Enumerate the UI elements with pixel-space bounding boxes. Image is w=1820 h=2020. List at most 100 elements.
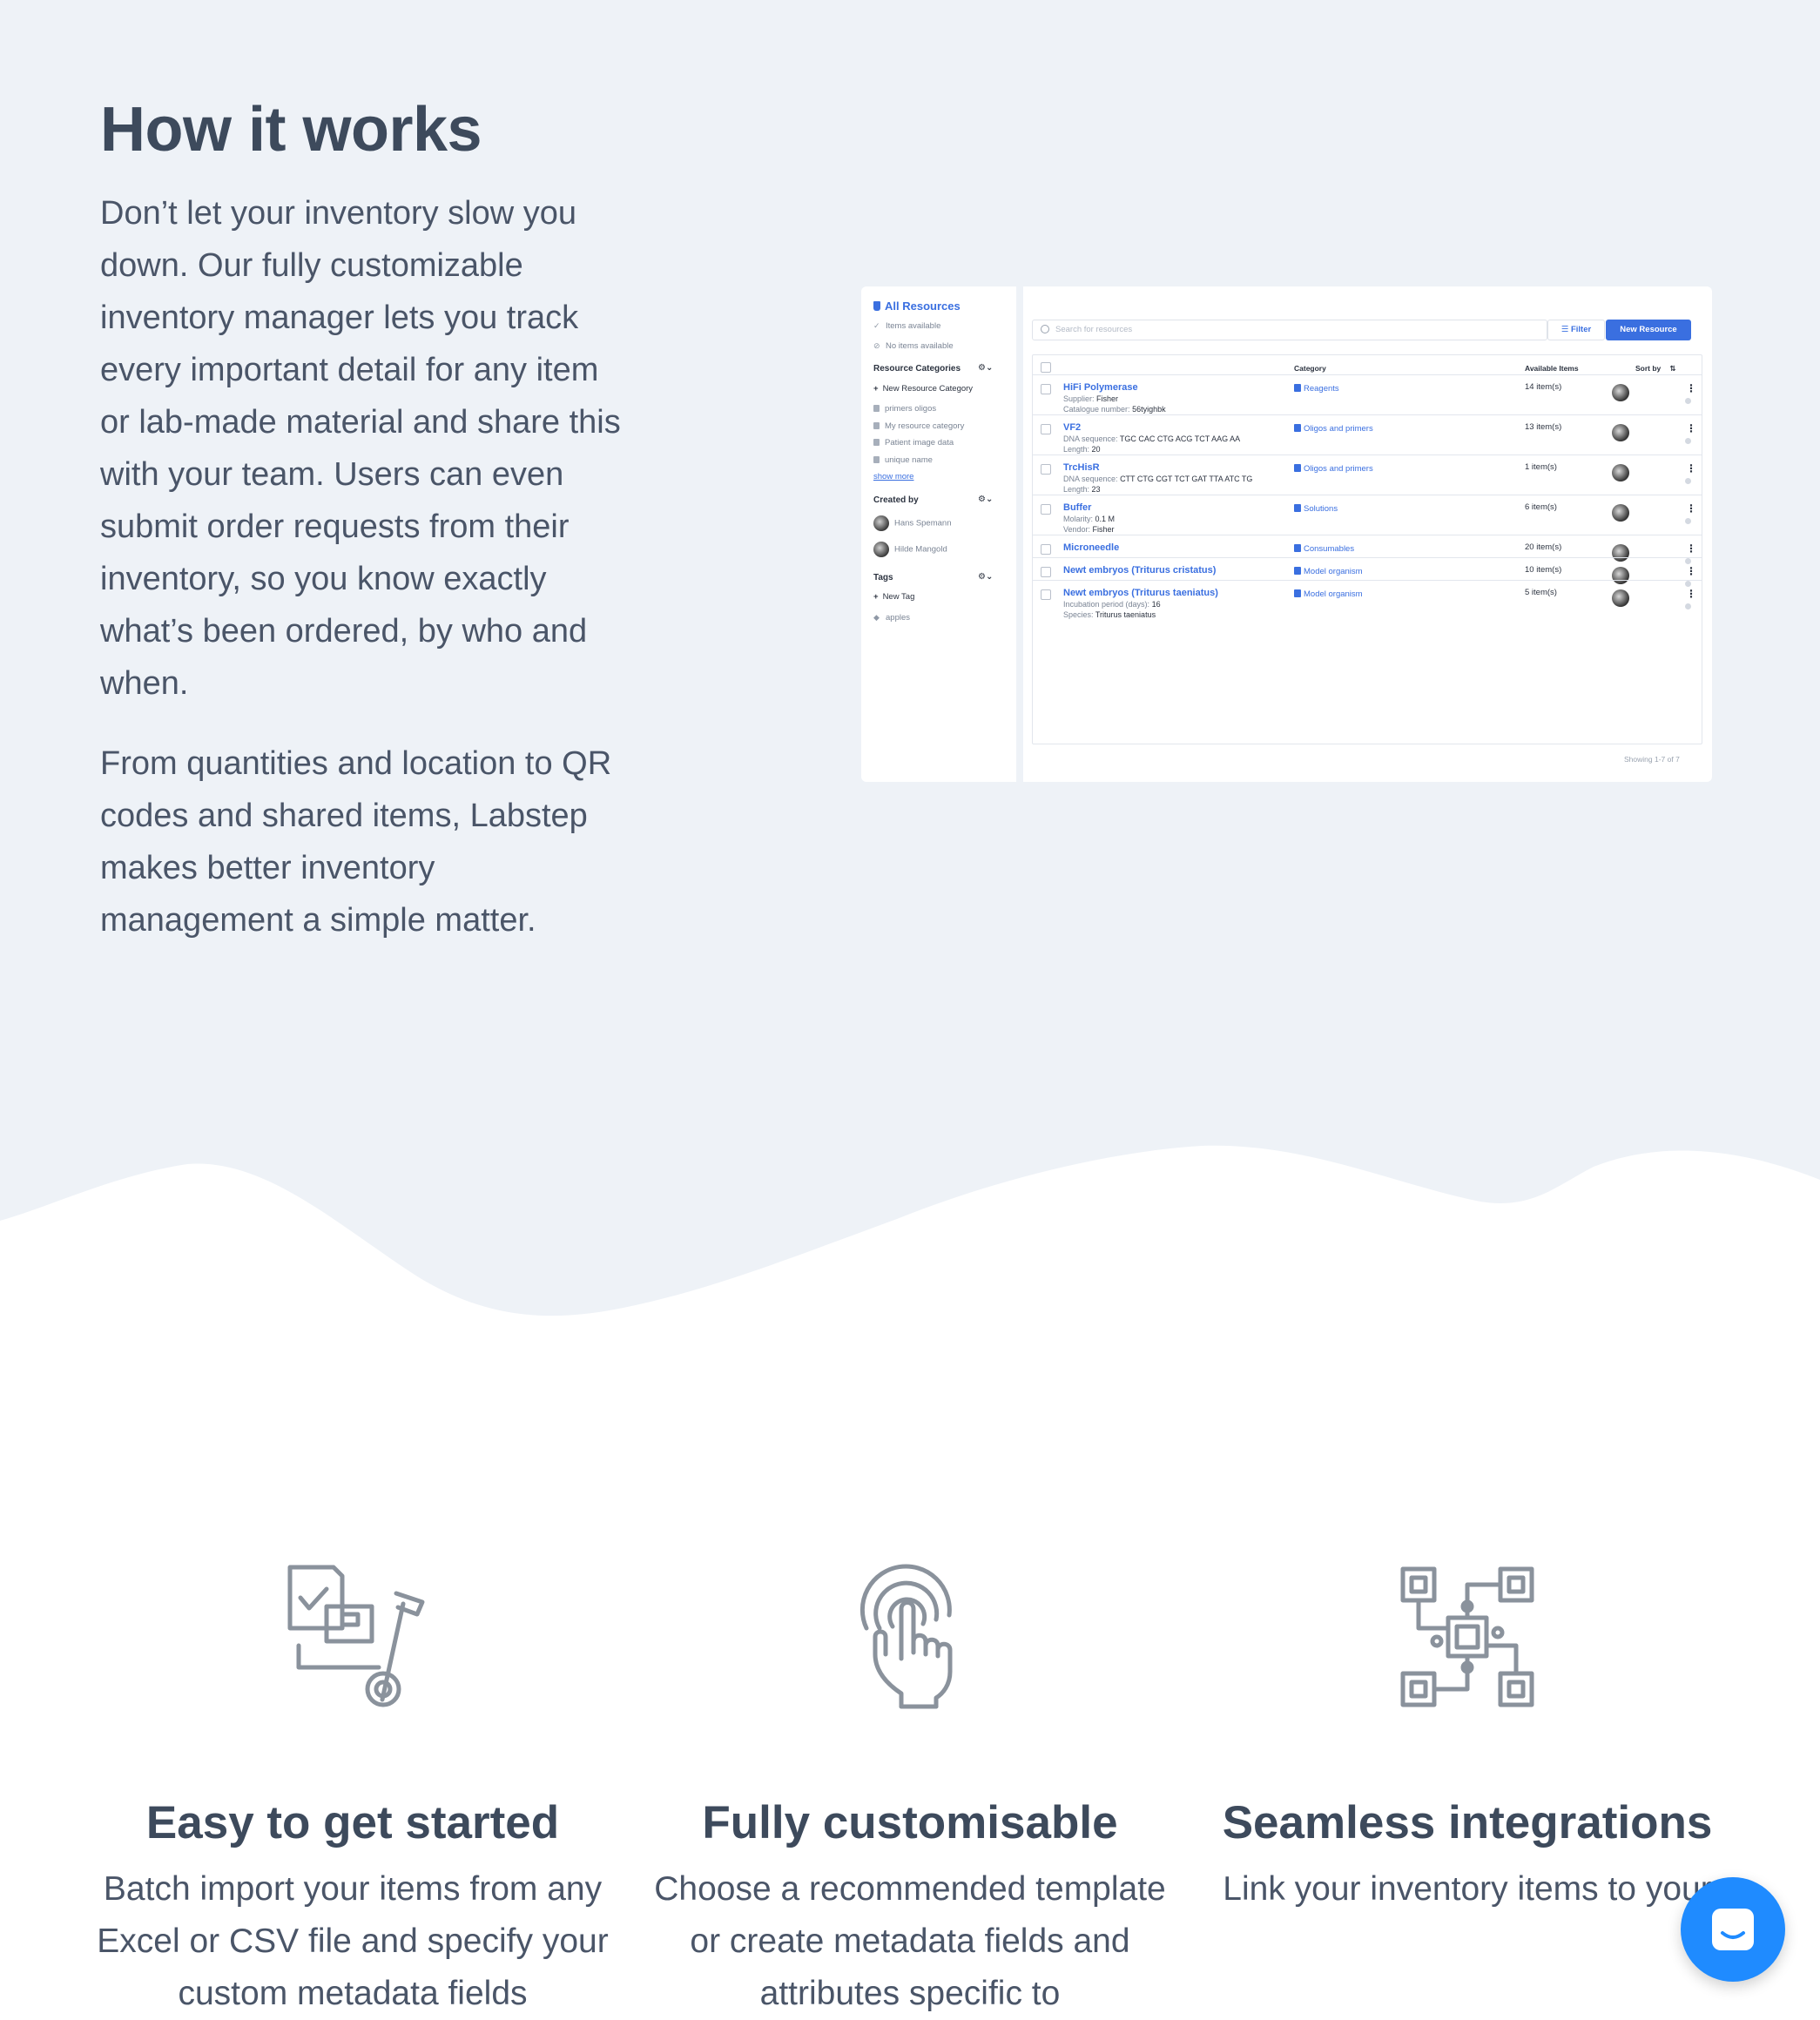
created-by-heading: Created by xyxy=(873,495,919,505)
table-row: VF2 DNA sequence: TGC CAC CTG ACG TCT AAG… xyxy=(1033,414,1702,455)
avatar xyxy=(873,515,889,531)
how-paragraph-2: From quantities and location to QR codes… xyxy=(100,745,612,939)
inventory-screenshot: All Resources ✓ Items available ⊘ No items… xyxy=(861,286,1712,782)
category-item: Patient image data xyxy=(873,438,954,448)
category-item: My resource category xyxy=(873,421,964,431)
feature-integrations: Seamless integrations Link your inventor… xyxy=(1206,1559,1729,1916)
how-paragraph-1: Don’t let your inventory slow you down. … xyxy=(100,195,621,702)
creator-item: Hilde Mangold xyxy=(873,542,947,557)
avatar xyxy=(1612,424,1629,441)
wave-divider xyxy=(0,1145,1820,1350)
resource-meta: DNA sequence: TGC CAC CTG ACG TCT AAG AA xyxy=(1063,434,1241,443)
avatar xyxy=(1612,589,1629,607)
gear-icon: ⚙⌄ xyxy=(978,572,994,582)
available-count: 6 item(s) xyxy=(1525,502,1557,512)
user-icon xyxy=(1685,603,1691,609)
available-count: 10 item(s) xyxy=(1525,565,1562,575)
category-item: unique name xyxy=(873,455,933,465)
feature-easy-start: Easy to get started Batch import your it… xyxy=(91,1559,614,2020)
creator-item: Hans Spemann xyxy=(873,515,951,531)
more-options-icon: ⋮ xyxy=(1686,565,1696,577)
avatar xyxy=(1612,384,1629,401)
available-count: 5 item(s) xyxy=(1525,588,1557,597)
plus-icon: + xyxy=(873,384,879,394)
avatar xyxy=(1612,504,1629,522)
table-row: Newt embryos (Triturus taeniatus) Incubat… xyxy=(1033,580,1702,623)
plus-icon: + xyxy=(873,592,879,602)
resource-meta: Molarity: 0.1 M xyxy=(1063,515,1116,523)
chat-icon xyxy=(1712,1909,1754,1950)
feature-text: Batch import your items from any Excel o… xyxy=(97,1870,609,2012)
filter-items-available: ✓ Items available xyxy=(873,321,941,331)
resource-meta: Length: 20 xyxy=(1063,445,1101,454)
column-header-category: Category xyxy=(1294,364,1326,373)
show-more-link: show more xyxy=(873,472,914,481)
resource-name: TrcHisR xyxy=(1063,462,1100,473)
more-options-icon: ⋮ xyxy=(1686,542,1696,555)
table-row: Newt embryos (Triturus cristatus) Model o… xyxy=(1033,557,1702,587)
table-row: TrcHisR DNA sequence: CTT CTG CGT TCT GAT… xyxy=(1033,454,1702,495)
resource-category: Model organism xyxy=(1294,589,1363,599)
resource-meta: Length: 23 xyxy=(1063,485,1101,494)
resource-category: Oligos and primers xyxy=(1294,464,1373,474)
more-options-icon: ⋮ xyxy=(1686,462,1696,475)
select-all-checkbox xyxy=(1041,362,1051,373)
resource-category: Solutions xyxy=(1294,504,1338,514)
column-header-available: Available Items xyxy=(1525,364,1579,373)
new-resource-category: + New Resource Category xyxy=(873,384,974,394)
feature-title: Easy to get started xyxy=(145,1797,560,1848)
available-count: 20 item(s) xyxy=(1525,542,1562,552)
resource-name: Newt embryos (Triturus cristatus) xyxy=(1063,565,1217,576)
user-icon xyxy=(1685,518,1691,524)
resource-categories-heading: Resource Categories xyxy=(873,364,961,374)
filter-button: ☰ Filter xyxy=(1547,320,1605,340)
feature-title: Seamless integrations xyxy=(1222,1797,1713,1848)
resource-meta: Species: Triturus taeniatus xyxy=(1063,610,1156,619)
user-icon xyxy=(1685,398,1691,404)
resource-name: VF2 xyxy=(1063,422,1082,433)
resource-meta: Supplier: Fisher xyxy=(1063,394,1119,403)
feature-text: Link your inventory items to your xyxy=(1223,1870,1712,1908)
resource-meta: Incubation period (days): 16 xyxy=(1063,600,1161,609)
available-count: 1 item(s) xyxy=(1525,462,1557,472)
category-icon xyxy=(873,405,880,413)
user-icon xyxy=(1685,438,1691,444)
resource-table: Category Available Items Sort by ⇅ HiFi P… xyxy=(1032,354,1702,744)
resource-name: Buffer xyxy=(1063,502,1092,513)
table-row: Buffer Molarity: 0.1 M Vendor: Fisher Solut… xyxy=(1033,495,1702,535)
touch-hand-icon xyxy=(859,1564,953,1709)
tag-icon: ◆ xyxy=(873,613,880,623)
chat-launcher-button[interactable] xyxy=(1681,1877,1785,1982)
table-row: Microneedle Consumables 20 item(s) ⋮ xyxy=(1033,535,1702,564)
user-icon xyxy=(1685,478,1691,484)
more-options-icon: ⋮ xyxy=(1686,382,1696,394)
row-checkbox xyxy=(1041,384,1051,394)
page-title: How it works xyxy=(100,95,482,165)
category-icon xyxy=(873,422,880,430)
sort-icon: ⇅ xyxy=(1669,364,1676,373)
new-resource-button: New Resource xyxy=(1606,320,1691,340)
new-tag: + New Tag xyxy=(873,592,915,602)
tag-item: ◆ apples xyxy=(873,613,910,623)
resource-category: Model organism xyxy=(1294,567,1363,576)
resource-category: Consumables xyxy=(1294,544,1354,554)
gear-icon: ⚙⌄ xyxy=(978,495,994,504)
avatar xyxy=(1612,464,1629,481)
category-item: primers oligos xyxy=(873,404,936,414)
more-options-icon: ⋮ xyxy=(1686,588,1696,600)
available-count: 14 item(s) xyxy=(1525,382,1562,392)
resource-meta: DNA sequence: CTT CTG CGT TCT GAT TTA AT… xyxy=(1063,475,1253,483)
resource-meta: Vendor: Fisher xyxy=(1063,525,1115,534)
feature-customisable: Fully customisable Choose a recommended … xyxy=(649,1559,1171,2020)
search-input: Search for resources xyxy=(1032,320,1547,340)
more-options-icon: ⋮ xyxy=(1686,502,1696,515)
avatar xyxy=(873,542,889,557)
feature-text: Choose a recommended template or create … xyxy=(654,1870,1166,2012)
resource-name: Newt embryos (Triturus taeniatus) xyxy=(1063,588,1218,598)
table-row: HiFi Polymerase Supplier: Fisher Catalogue… xyxy=(1033,374,1702,415)
category-icon xyxy=(873,456,880,464)
resource-meta: Catalogue number: 56tyighbk xyxy=(1063,405,1166,414)
row-checkbox xyxy=(1041,424,1051,434)
inventory-cart-icon xyxy=(287,1565,425,1707)
row-checkbox xyxy=(1041,504,1051,515)
